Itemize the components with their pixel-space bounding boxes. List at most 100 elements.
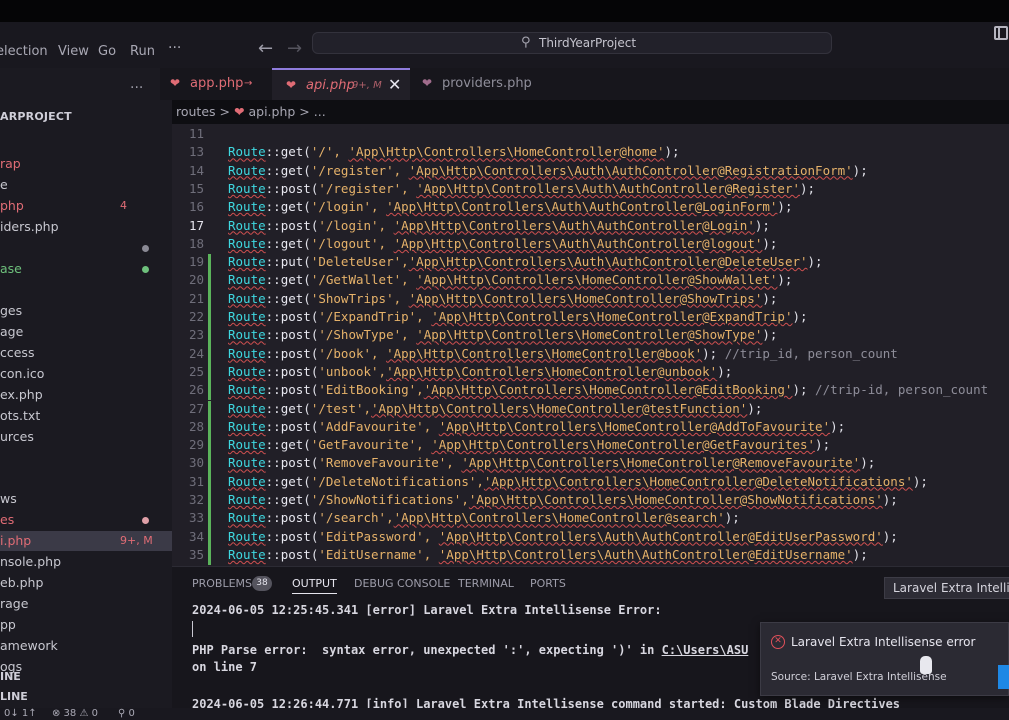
menu-view[interactable]: View — [58, 44, 89, 59]
token-punctuation: :: — [265, 217, 281, 233]
tree-item[interactable]: con.ico — [0, 364, 172, 384]
code-line[interactable]: 35 Route::post('EditUsername', 'App\Http\… — [172, 546, 1009, 566]
tree-item-label: ex.php — [0, 387, 43, 402]
code-line[interactable]: 31 Route::get('/DeleteNotifications','App… — [172, 473, 1009, 492]
output-channel-select[interactable]: Laravel Extra Intellisense — [884, 577, 1009, 599]
tree-item[interactable]: nsole.php — [0, 552, 172, 572]
tree-item[interactable]: ges — [0, 301, 172, 321]
breadcrumb-folder[interactable]: routes — [176, 104, 216, 119]
menu-more-icon[interactable]: ··· — [168, 40, 181, 56]
token-string: 'EditPassword', — [318, 528, 439, 544]
token-punctuation: :: — [265, 363, 281, 379]
token-punctuation: ); — [830, 418, 846, 434]
token-punctuation: :: — [265, 345, 281, 361]
code-line[interactable]: 18 Route::get('/logout', 'App\Http\Contro… — [172, 236, 1009, 254]
tab-status: → — [244, 78, 253, 89]
menu-go[interactable]: Go — [98, 44, 116, 59]
code-line[interactable]: 23 Route::post('/ShowType', 'App\Http\Con… — [172, 327, 1009, 346]
code-line[interactable]: 17 Route::post('/login', 'App\Http\Contro… — [172, 218, 1009, 236]
status-ports[interactable]: ⚲ 0 — [118, 708, 135, 719]
tree-item[interactable]: e — [0, 175, 172, 195]
notification-action-button[interactable] — [998, 665, 1009, 689]
code-line[interactable]: 24 Route::post('/book', 'App\Http\Control… — [172, 345, 1009, 364]
tab-providers-php[interactable]: ❤ providers.php — [410, 68, 540, 100]
tree-item[interactable]: ccess — [0, 343, 172, 363]
error-notification[interactable]: ✕ Laravel Extra Intellisense error Sourc… — [760, 622, 1009, 696]
tree-item[interactable]: urces — [0, 427, 172, 447]
code-line[interactable]: 28 Route::post('AddFavourite', 'App\Http\… — [172, 418, 1009, 438]
toggle-sidebar-icon[interactable] — [994, 26, 1008, 40]
tab-api-php[interactable]: ❤ api.php 9+, M ✕ — [272, 68, 410, 100]
code-line[interactable]: 21 Route::get('ShowTrips', 'App\Http\Cont… — [172, 290, 1009, 309]
code-line[interactable]: 33 Route::post('/search','App\Http\Contro… — [172, 510, 1009, 529]
monitor-bezel — [0, 0, 1009, 22]
menu-selection[interactable]: election — [0, 44, 48, 59]
token-controller-path: 'App\Http\Controllers\HomeController@tes… — [371, 400, 748, 416]
tree-item[interactable] — [0, 238, 172, 258]
breadcrumb-symbols[interactable]: ... — [314, 104, 326, 119]
token-string: '/GetWallet', — [310, 272, 417, 288]
token-method: post — [280, 528, 311, 544]
git-modified-marker — [208, 455, 211, 474]
tree-item[interactable]: age — [0, 322, 172, 342]
tree-item[interactable]: php 4 — [0, 196, 172, 216]
code-line[interactable]: 19 Route::put('DeleteUser','App\Http\Cont… — [172, 254, 1009, 273]
output-file-link[interactable]: C:\Users\ASU — [662, 643, 749, 657]
menu-run[interactable]: Run — [130, 44, 155, 59]
code-line[interactable]: 22 Route::post('/ExpandTrip', 'App\Http\C… — [172, 309, 1009, 328]
code-line[interactable]: 16 Route::get('/login', 'App\Http\Control… — [172, 199, 1009, 217]
tab-debug-console[interactable]: DEBUG CONSOLE — [354, 577, 450, 590]
token-class: Route — [228, 309, 266, 324]
code-line[interactable]: 26 Route::post('EditBooking','App\Http\Co… — [172, 382, 1009, 401]
code-text: Route::post('/login', 'App\Http\Controll… — [228, 218, 770, 233]
code-text: Route::get('GetFavourite', 'App\Http\Con… — [228, 437, 830, 452]
tab-terminal[interactable]: TERMINAL — [458, 577, 514, 590]
tree-item[interactable]: ase — [0, 259, 172, 279]
tab-app-php[interactable]: ❤ app.php → — [160, 68, 272, 100]
command-center-search[interactable]: ⚲ ThirdYearProject — [312, 32, 832, 54]
status-sync[interactable]: 0↓ 1↑ — [4, 708, 37, 719]
code-line[interactable]: 29 Route::get('GetFavourite', 'App\Http\C… — [172, 437, 1009, 456]
tree-item[interactable]: ws — [0, 489, 172, 509]
code-line[interactable]: 20 Route::get('/GetWallet', 'App\Http\Con… — [172, 272, 1009, 291]
token-punctuation: ); — [807, 254, 823, 270]
sidebar-section-header[interactable]: LINE — [0, 690, 172, 710]
explorer-project-title[interactable]: ARPROJECT — [0, 110, 72, 123]
code-line[interactable]: 34 Route::post('EditPassword', 'App\Http\… — [172, 528, 1009, 547]
code-line[interactable]: 32 Route::get('/ShowNotifications','App\H… — [172, 492, 1009, 511]
tab-ports[interactable]: PORTS — [530, 577, 566, 590]
token-class: Route — [228, 199, 266, 215]
code-editor[interactable]: 11 13 Route::get('/', 'App\Http\Controller… — [172, 124, 1009, 566]
code-line[interactable]: 14 Route::get('/register', 'App\Http\Cont… — [172, 163, 1009, 181]
tree-item[interactable]: iders.php — [0, 217, 172, 237]
explorer-more-icon[interactable]: ··· — [130, 80, 143, 96]
token-punctuation: ); — [724, 510, 740, 526]
code-line[interactable]: 25 Route::post('unbook','App\Http\Control… — [172, 363, 1009, 383]
code-line[interactable]: 13 Route::get('/', 'App\Http\Controllers\… — [172, 144, 1009, 162]
tab-problems[interactable]: PROBLEMS — [192, 577, 252, 590]
tree-item[interactable]: rage — [0, 594, 172, 614]
breadcrumb-file[interactable]: api.php — [248, 104, 295, 119]
back-arrow-icon[interactable]: ← — [258, 38, 273, 59]
status-problems[interactable]: ⊗ 38 ⚠ 0 — [52, 708, 98, 719]
tree-item[interactable]: pp — [0, 615, 172, 635]
code-line[interactable]: 27 Route::get('/test','App\Http\Controlle… — [172, 400, 1009, 419]
line-number: 13 — [188, 144, 204, 160]
token-punctuation: ); — [777, 199, 793, 215]
code-line[interactable]: 30 Route::post('RemoveFavourite', 'App\Ht… — [172, 455, 1009, 474]
tree-item[interactable]: rap — [0, 154, 172, 174]
code-text: Route::get('/', 'App\Http\Controllers\Ho… — [228, 144, 680, 159]
token-punctuation: :: — [265, 400, 281, 416]
tree-item[interactable]: es — [0, 510, 172, 530]
tree-item[interactable]: i.php 9+, M — [0, 531, 172, 551]
code-line[interactable]: 11 — [172, 126, 1009, 144]
tree-item[interactable]: eb.php — [0, 573, 172, 593]
close-tab-icon[interactable]: ✕ — [388, 75, 401, 94]
tree-item[interactable]: ots.txt — [0, 406, 172, 426]
tab-output[interactable]: OUTPUT — [292, 577, 337, 594]
tree-item[interactable]: amework — [0, 636, 172, 656]
code-line[interactable]: 15 Route::post('/register', 'App\Http\Con… — [172, 181, 1009, 199]
sidebar-section-header[interactable]: INE — [0, 670, 172, 690]
forward-arrow-icon[interactable]: → — [287, 38, 302, 59]
tree-item[interactable]: ex.php — [0, 385, 172, 405]
